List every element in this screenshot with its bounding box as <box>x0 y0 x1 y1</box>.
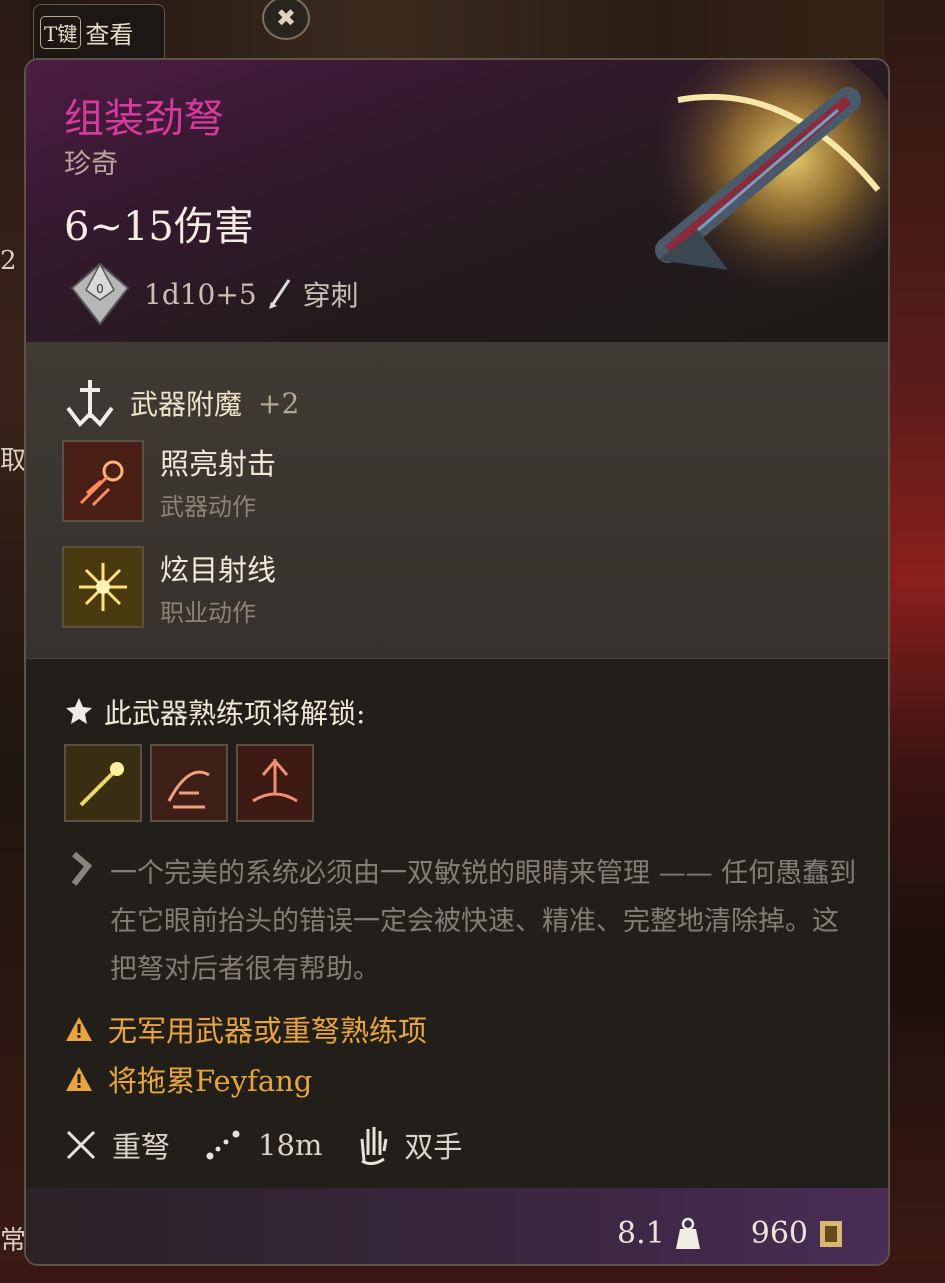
item-rarity: 珍奇 <box>64 149 118 180</box>
close-icon: ✖ <box>275 4 297 32</box>
class-action-dazzling-ray[interactable]: 炫目射线 职业动作 <box>62 546 276 628</box>
warning-encumber: 将拖累Feyfang <box>64 1058 312 1100</box>
warning-text: 将拖累Feyfang <box>108 1064 313 1098</box>
damage-dice: 1d10+5 <box>144 277 257 311</box>
proficiency-title-text: 此武器熟练项将解锁: <box>104 697 366 730</box>
item-description: 一个完美的系统必须由一双敏锐的眼睛来管理 —— 任何愚蠢到在它眼前抬头的错误一定… <box>66 850 866 994</box>
enchantment-sword-icon <box>66 380 114 428</box>
weapon-action-illuminated-shot[interactable]: 照亮射击 武器动作 <box>62 440 276 522</box>
enchantment-section: 武器附魔 +2 照亮射击 武器动作 炫目射线 职业动作 <box>26 342 888 658</box>
item-value: 960 <box>750 1216 808 1251</box>
weapon-handedness: 双手 <box>404 1130 463 1164</box>
proficiency-unlock-title: 此武器熟练项将解锁: <box>64 692 365 732</box>
warning-icon <box>66 1067 92 1091</box>
weight-icon <box>675 1217 700 1249</box>
action-type: 武器动作 <box>160 492 256 521</box>
warning-text: 无军用武器或重弩熟练项 <box>108 1014 428 1048</box>
illuminated-shot-icon <box>62 440 144 522</box>
weapon-range: 18m <box>258 1128 323 1162</box>
damage-type: 穿刺 <box>302 279 359 312</box>
side-fragment: 2 <box>0 246 17 276</box>
damage-dice-row: 0 1d10+5 穿刺 <box>66 260 359 328</box>
warning-icon <box>66 1017 92 1041</box>
game-background-right <box>885 0 945 1283</box>
piercing-damage-icon <box>268 279 290 309</box>
proficiency-star-icon <box>66 698 92 724</box>
enchantment-label: 武器附魔 <box>130 388 243 421</box>
crossed-swords-icon <box>66 1130 96 1160</box>
gold-coin-icon <box>820 1220 842 1247</box>
weapon-stats: 重弩 18m 双手 <box>64 1124 482 1166</box>
action-name: 炫目射线 <box>160 552 277 587</box>
d10-dice-icon: 0 <box>70 262 130 326</box>
crossbow-artwork-icon <box>648 60 888 300</box>
scroll-icon <box>71 851 93 886</box>
brace-icon[interactable] <box>236 744 314 822</box>
item-name: 组装劲弩 <box>64 96 224 142</box>
side-fragment: 取 <box>0 446 27 476</box>
description-text: 一个完美的系统必须由一双敏锐的眼睛来管理 —— 任何愚蠢到在它眼前抬头的错误一定… <box>110 858 857 985</box>
tooltip-footer: 8.1 960 <box>26 1188 888 1264</box>
weapon-enchantment: 武器附魔 +2 <box>62 378 299 428</box>
hand-icon <box>360 1127 388 1165</box>
section-divider <box>26 658 888 659</box>
mobile-shot-icon[interactable] <box>150 744 228 822</box>
enchantment-bonus: +2 <box>258 386 300 420</box>
dazzling-ray-icon <box>62 546 144 628</box>
inspect-tab[interactable]: T键 查看 <box>33 4 165 60</box>
item-tooltip: 组装劲弩 珍奇 6~15伤害 0 1d10+5 穿刺 武器附魔 +2 照亮射击 … <box>24 58 890 1266</box>
action-name: 照亮射击 <box>160 446 277 481</box>
weapon-type: 重弩 <box>112 1130 171 1164</box>
piercing-shot-icon[interactable] <box>64 744 142 822</box>
inspect-label: 查看 <box>85 20 134 49</box>
warning-proficiency: 无军用武器或重弩熟练项 <box>64 1008 427 1050</box>
tooltip-header: 组装劲弩 珍奇 6~15伤害 0 1d10+5 穿刺 <box>26 60 888 342</box>
action-type: 职业动作 <box>160 598 256 627</box>
proficiency-icons <box>64 744 314 822</box>
item-weight: 8.1 <box>617 1216 665 1251</box>
hotkey-badge: T键 <box>40 15 82 49</box>
svg-text:0: 0 <box>96 282 104 296</box>
side-fragment: 常 <box>0 1226 27 1256</box>
damage-range: 6~15伤害 <box>64 204 254 250</box>
range-icon <box>206 1130 240 1160</box>
